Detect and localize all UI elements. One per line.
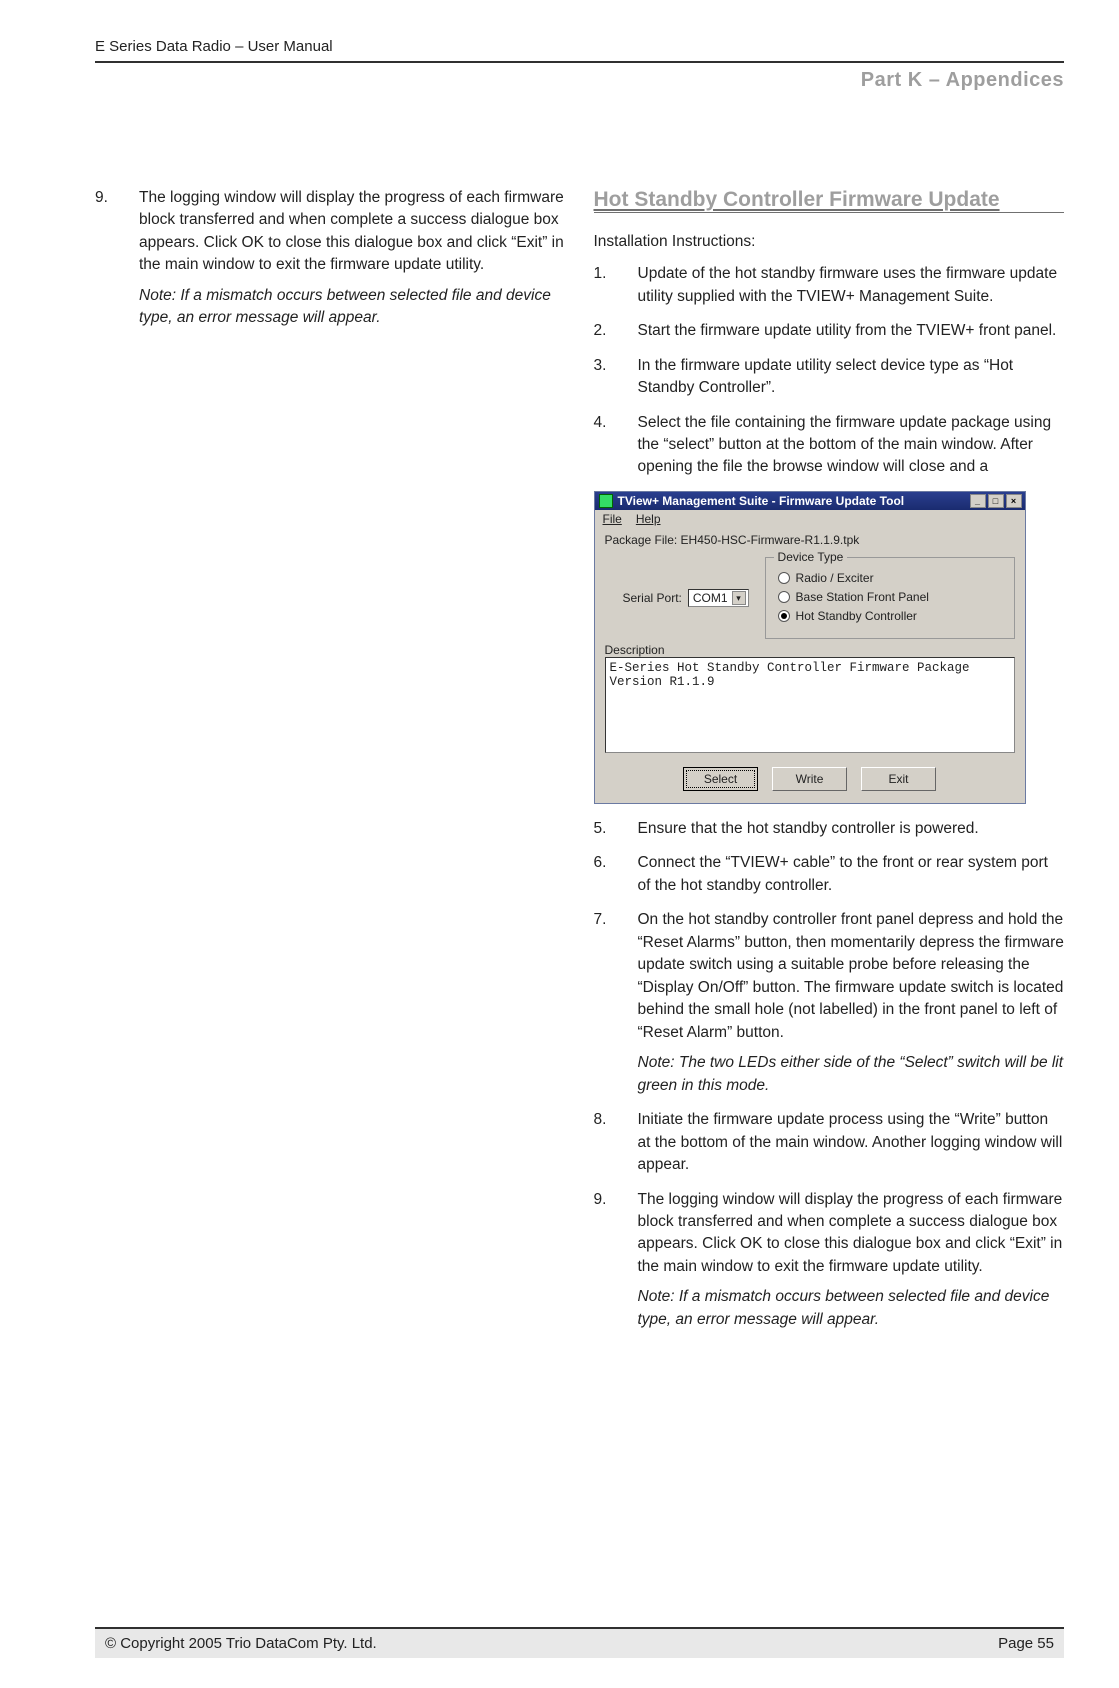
radio-icon (778, 591, 790, 603)
base-station-option[interactable]: Base Station Front Panel (778, 590, 1002, 604)
package-file-row: Package File: EH450-HSC-Firmware-R1.1.9.… (595, 529, 1025, 551)
intro-text: Installation Instructions: (594, 233, 1065, 251)
radio-label: Radio / Exciter (796, 571, 874, 585)
menu-help[interactable]: Help (636, 512, 661, 526)
firmware-tool-window: TView+ Management Suite - Firmware Updat… (594, 491, 1026, 804)
list-item: 2. Start the firmware update utility fro… (594, 320, 1065, 342)
list-item: 8. Initiate the firmware update process … (594, 1109, 1065, 1176)
description-text: E-Series Hot Standby Controller Firmware… (605, 657, 1015, 753)
list-text: Update of the hot standby firmware uses … (638, 263, 1065, 308)
list-text: Initiate the firmware update process usi… (638, 1109, 1065, 1176)
list-number: 9. (95, 187, 139, 330)
list-text: Connect the “TVIEW+ cable” to the front … (638, 852, 1065, 897)
exit-button[interactable]: Exit (861, 767, 936, 791)
section-heading: Hot Standby Controller Firmware Update (594, 187, 1065, 213)
description-label: Description (595, 641, 1025, 657)
window-title: TView+ Management Suite - Firmware Updat… (618, 494, 905, 508)
list-text: Ensure that the hot standby controller i… (638, 818, 1065, 840)
list-number: 1. (594, 263, 638, 308)
app-icon (599, 494, 613, 508)
serial-port-combo[interactable]: COM1 ▾ (688, 589, 749, 607)
note-text: Note: If a mismatch occurs between selec… (638, 1286, 1065, 1331)
write-button[interactable]: Write (772, 767, 847, 791)
list-item: 3. In the firmware update utility select… (594, 355, 1065, 400)
device-type-group: Device Type Radio / Exciter Base Station… (765, 557, 1015, 639)
hot-standby-option[interactable]: Hot Standby Controller (778, 609, 1002, 623)
serial-port-label: Serial Port: (623, 591, 682, 605)
list-text: The logging window will display the prog… (638, 1189, 1065, 1279)
list-number: 7. (594, 909, 638, 1097)
list-text: On the hot standby controller front pane… (638, 909, 1065, 1044)
menu-bar: File Help (595, 510, 1025, 529)
list-number: 3. (594, 355, 638, 400)
radio-icon (778, 610, 790, 622)
list-text: In the firmware update utility select de… (638, 355, 1065, 400)
chevron-down-icon: ▾ (732, 591, 746, 605)
package-file-value: EH450-HSC-Firmware-R1.1.9.tpk (681, 533, 860, 547)
list-item: 7. On the hot standby controller front p… (594, 909, 1065, 1097)
copyright-text: © Copyright 2005 Trio DataCom Pty. Ltd. (105, 1635, 377, 1652)
footer: © Copyright 2005 Trio DataCom Pty. Ltd. … (95, 1627, 1064, 1658)
list-number: 2. (594, 320, 638, 342)
minimize-button[interactable]: _ (970, 494, 986, 508)
list-item: 9. The logging window will display the p… (594, 1189, 1065, 1332)
list-text: Start the firmware update utility from t… (638, 320, 1065, 342)
list-item: 5. Ensure that the hot standby controlle… (594, 818, 1065, 840)
group-title: Device Type (774, 550, 848, 564)
radio-exciter-option[interactable]: Radio / Exciter (778, 571, 1002, 585)
list-text: Select the file containing the firmware … (638, 412, 1065, 479)
select-button[interactable]: Select (683, 767, 758, 791)
package-label: Package File: (605, 533, 678, 547)
part-label: Part K – Appendices (95, 69, 1064, 92)
maximize-button[interactable]: □ (988, 494, 1004, 508)
left-column: 9. The logging window will display the p… (95, 187, 566, 1343)
list-number: 6. (594, 852, 638, 897)
window-titlebar: TView+ Management Suite - Firmware Updat… (595, 492, 1025, 510)
serial-port-value: COM1 (693, 591, 728, 605)
note-text: Note: The two LEDs either side of the “S… (638, 1052, 1065, 1097)
list-number: 9. (594, 1189, 638, 1332)
radio-label: Base Station Front Panel (796, 590, 929, 604)
close-button[interactable]: × (1006, 494, 1022, 508)
list-item: 9. The logging window will display the p… (95, 187, 566, 330)
manual-header: E Series Data Radio – User Manual (95, 38, 1064, 63)
right-column: Hot Standby Controller Firmware Update I… (594, 187, 1065, 1343)
list-number: 4. (594, 412, 638, 479)
radio-icon (778, 572, 790, 584)
page-number: Page 55 (998, 1635, 1054, 1652)
list-item: 1. Update of the hot standby firmware us… (594, 263, 1065, 308)
list-number: 5. (594, 818, 638, 840)
radio-label: Hot Standby Controller (796, 609, 917, 623)
list-text: The logging window will display the prog… (139, 187, 566, 277)
note-text: Note: If a mismatch occurs between selec… (139, 285, 566, 330)
list-item: 4. Select the file containing the firmwa… (594, 412, 1065, 479)
menu-file[interactable]: File (603, 512, 622, 526)
list-item: 6. Connect the “TVIEW+ cable” to the fro… (594, 852, 1065, 897)
list-number: 8. (594, 1109, 638, 1176)
